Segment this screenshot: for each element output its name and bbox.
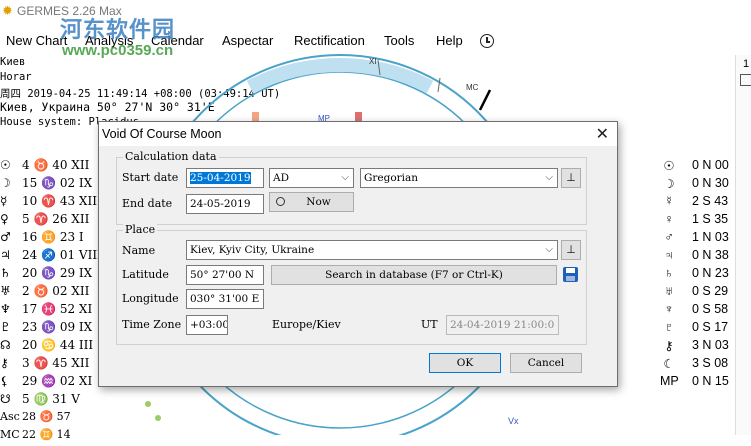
pluto-icon: ♇ (0, 320, 11, 334)
start-date-label: Start date (122, 171, 179, 184)
planet-position: 16 ♊ 23 I (22, 230, 84, 244)
declination-value: 0 N 15 (692, 374, 729, 388)
pin-place-button[interactable]: ⊥ (561, 240, 581, 260)
ut-label: UT (421, 318, 438, 331)
planet-position: 10 ♈ 43 XII (22, 194, 97, 208)
declination-value: 0 N 30 (692, 176, 729, 190)
south-node-icon: ☋ (0, 392, 11, 406)
end-date-label: End date (122, 197, 173, 210)
right-side-panel (735, 55, 751, 435)
ut-field: 24-04-2019 21:00:0 (446, 315, 559, 335)
planet-position: 3 ♈ 45 XII (22, 356, 90, 370)
void-of-course-dialog: Void Of Course Moon ✕ Calculation data S… (98, 121, 618, 387)
latitude-field[interactable]: 50° 27'00 N (186, 265, 264, 285)
planet-position: 17 ♓ 52 XI (22, 302, 93, 316)
saturn-icon: ♄ (0, 266, 11, 280)
jupiter-icon: ♃ (0, 248, 11, 262)
chart-label-mc: MC (466, 83, 479, 92)
cancel-button[interactable]: Cancel (510, 353, 582, 373)
mercury-icon: ☿ (0, 194, 8, 208)
planet-position: 28 ♉ 57 (22, 410, 71, 423)
lilith-icon: ⚸ (0, 374, 9, 388)
north-node-icon: ☊ (0, 338, 11, 352)
era-select[interactable]: AD ⌵ (269, 168, 354, 188)
moon-icon: ☽ (663, 177, 675, 191)
planet-position: 23 ♑ 09 IX (22, 320, 93, 334)
latitude-label: Latitude (122, 268, 169, 281)
sun-icon: ☉ (663, 159, 675, 173)
mars-icon: ♂ (664, 230, 674, 244)
ok-button[interactable]: OK (429, 353, 501, 373)
sun-icon: ☉ (0, 158, 11, 172)
place-label: Place (123, 223, 158, 236)
declination-value: 1 N 03 (692, 230, 729, 244)
declination-value: 1 S 35 (692, 212, 729, 226)
planet-position: 4 ♉ 40 XII (22, 158, 90, 172)
close-icon[interactable]: ✕ (596, 124, 609, 144)
mars-icon: ♂ (0, 230, 11, 244)
start-date-field[interactable]: 25-04-2019 (186, 168, 264, 188)
planet-position: 20 ♋ 44 III (22, 338, 94, 352)
longitude-label: Longitude (122, 292, 179, 305)
venus-icon: ♀ (664, 212, 674, 226)
clock-icon (276, 197, 285, 206)
chiron-icon: ⚷ (664, 339, 674, 353)
longitude-field[interactable]: 030° 31'00 E (186, 289, 264, 309)
chevron-down-icon: ⌵ (545, 172, 553, 183)
end-date-field[interactable]: 24-05-2019 (186, 194, 264, 214)
chiron-icon: ⚷ (0, 356, 9, 370)
declination-value: 0 S 17 (692, 320, 729, 334)
chevron-down-icon: ⌵ (545, 244, 553, 255)
planet-position: 5 ♈ 26 XII (22, 212, 90, 226)
lilith-icon: ☾ (663, 357, 675, 371)
declination-value: 0 S 58 (692, 302, 729, 316)
dialog-title: Void Of Course Moon (102, 127, 222, 141)
declination-value: 2 S 43 (692, 194, 729, 208)
saturn-icon: ♄ (664, 266, 674, 280)
planet-position: 24 ♐ 01 VIII (22, 248, 102, 262)
mp-label: MP (660, 374, 679, 388)
neptune-icon: ♆ (664, 302, 674, 316)
venus-icon: ♀ (0, 212, 9, 226)
right-panel-checkbox[interactable] (740, 74, 751, 86)
jupiter-icon: ♃ (664, 248, 674, 262)
pin-start-button[interactable]: ⊥ (561, 168, 581, 188)
name-label: Name (122, 244, 156, 257)
mercury-icon: ☿ (664, 194, 674, 208)
now-button[interactable]: Now (269, 192, 354, 212)
pin-icon: ⊥ (566, 171, 576, 184)
uranus-icon: ♅ (0, 284, 11, 298)
dialog-titlebar[interactable]: Void Of Course Moon ✕ (99, 122, 617, 146)
declination-value: 0 N 38 (692, 248, 729, 262)
neptune-icon: ♆ (0, 302, 11, 316)
uranus-icon: ♅ (664, 284, 674, 298)
chart-label-xi: XI (369, 57, 377, 66)
planet-position: 2 ♉ 02 XII (22, 284, 90, 298)
ascendant-label: Asc (0, 410, 20, 423)
declination-value: 0 N 00 (692, 158, 729, 172)
pin-icon: ⊥ (566, 243, 576, 256)
chart-label-vx: Vx (508, 416, 519, 426)
place-name-select[interactable]: Kiev, Kyiv City, Ukraine ⌵ (186, 240, 558, 260)
chevron-down-icon: ⌵ (341, 172, 349, 183)
save-icon[interactable] (562, 266, 580, 284)
time-zone-field[interactable]: +03:00 (186, 315, 228, 335)
search-database-button[interactable]: Search in database (F7 or Ctrl-K) (271, 265, 557, 285)
calendar-select[interactable]: Gregorian ⌵ (360, 168, 558, 188)
declination-value: 3 S 08 (692, 356, 729, 370)
time-zone-label: Time Zone (122, 318, 182, 331)
time-zone-name: Europe/Kiev (272, 318, 341, 331)
pluto-icon: ♇ (664, 320, 674, 334)
declination-value: 3 N 03 (692, 338, 729, 352)
planet-position: 15 ♑ 02 IX (22, 176, 93, 190)
now-label: Now (306, 196, 331, 208)
declination-value: 0 N 23 (692, 266, 729, 280)
moon-icon: ☽ (0, 176, 11, 190)
declination-value: 0 S 29 (692, 284, 729, 298)
right-panel-value: 1 (743, 58, 750, 70)
calculation-data-label: Calculation data (123, 150, 219, 163)
planet-position: 29 ♒ 02 XI (22, 374, 93, 388)
planet-position: 5 ♍ 31 V (22, 392, 80, 406)
planet-position: 20 ♑ 29 IX (22, 266, 93, 280)
